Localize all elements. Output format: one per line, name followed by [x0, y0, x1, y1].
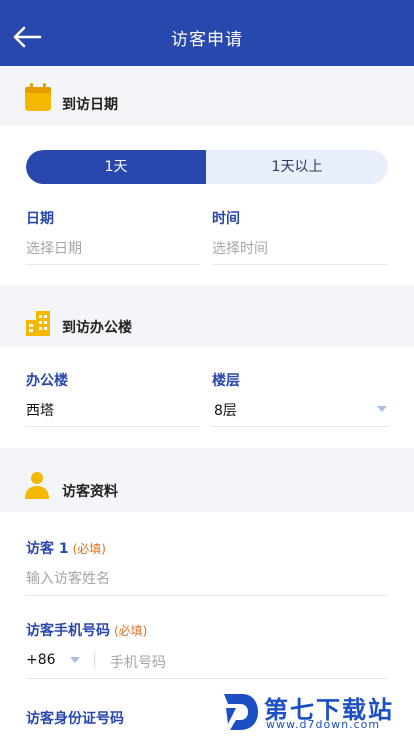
divider — [26, 595, 388, 596]
section-title: 到访日期 — [62, 97, 118, 113]
divider — [212, 264, 388, 265]
visitor-name-input[interactable]: 输入访客姓名 — [26, 568, 110, 588]
time-picker[interactable]: 选择时间 — [212, 238, 268, 258]
phone-number-input[interactable]: 手机号码 — [110, 652, 166, 672]
floor-label: 楼层 — [212, 373, 240, 389]
chevron-down-icon[interactable] — [377, 406, 387, 412]
visitor-id-label: 访客身份证号码 — [26, 711, 124, 727]
watermark: 第七下载站 www.d7down.com — [220, 688, 414, 736]
app-header: 访客申请 — [0, 0, 414, 66]
country-code-select[interactable]: +86 — [26, 652, 56, 668]
building-label: 办公楼 — [26, 373, 68, 389]
segment-one-day[interactable]: 1天 — [26, 150, 206, 184]
required-tag: (必填) — [72, 542, 106, 556]
divider — [26, 264, 200, 265]
chevron-down-icon[interactable] — [70, 657, 80, 663]
floor-select[interactable]: 8层 — [214, 400, 237, 420]
duration-segmented-control: 1天 1天以上 — [26, 150, 388, 184]
date-label: 日期 — [26, 211, 54, 227]
building-icon — [26, 311, 50, 336]
watermark-url: www.d7down.com — [266, 718, 381, 731]
section-header-visit-date: 到访日期 — [0, 66, 414, 126]
visitor-phone-label: 访客手机号码 (必填) — [26, 620, 147, 640]
time-label: 时间 — [212, 211, 240, 227]
section-header-office-building: 到访办公楼 — [0, 286, 414, 346]
divider — [94, 653, 95, 667]
segment-more-than-one-day[interactable]: 1天以上 — [206, 150, 388, 184]
section-header-visitor-info: 访客资料 — [0, 448, 414, 508]
date-picker[interactable]: 选择日期 — [26, 238, 82, 258]
building-select[interactable]: 西塔 — [26, 400, 54, 420]
section-title: 访客资料 — [62, 484, 118, 500]
phone-label-text: 访客手机号码 — [26, 623, 110, 639]
visitor-label-text: 访客 1 — [26, 541, 69, 557]
d7down-logo-icon — [224, 694, 258, 730]
required-tag: (必填) — [114, 624, 148, 638]
divider — [26, 678, 388, 679]
calendar-icon — [25, 83, 51, 111]
person-icon — [25, 472, 49, 499]
divider — [26, 426, 200, 427]
page-title: 访客申请 — [171, 30, 243, 50]
building-panel — [0, 346, 414, 448]
divider — [212, 426, 388, 427]
section-title: 到访办公楼 — [62, 320, 132, 336]
visitor-1-label: 访客 1 (必填) — [26, 538, 106, 558]
